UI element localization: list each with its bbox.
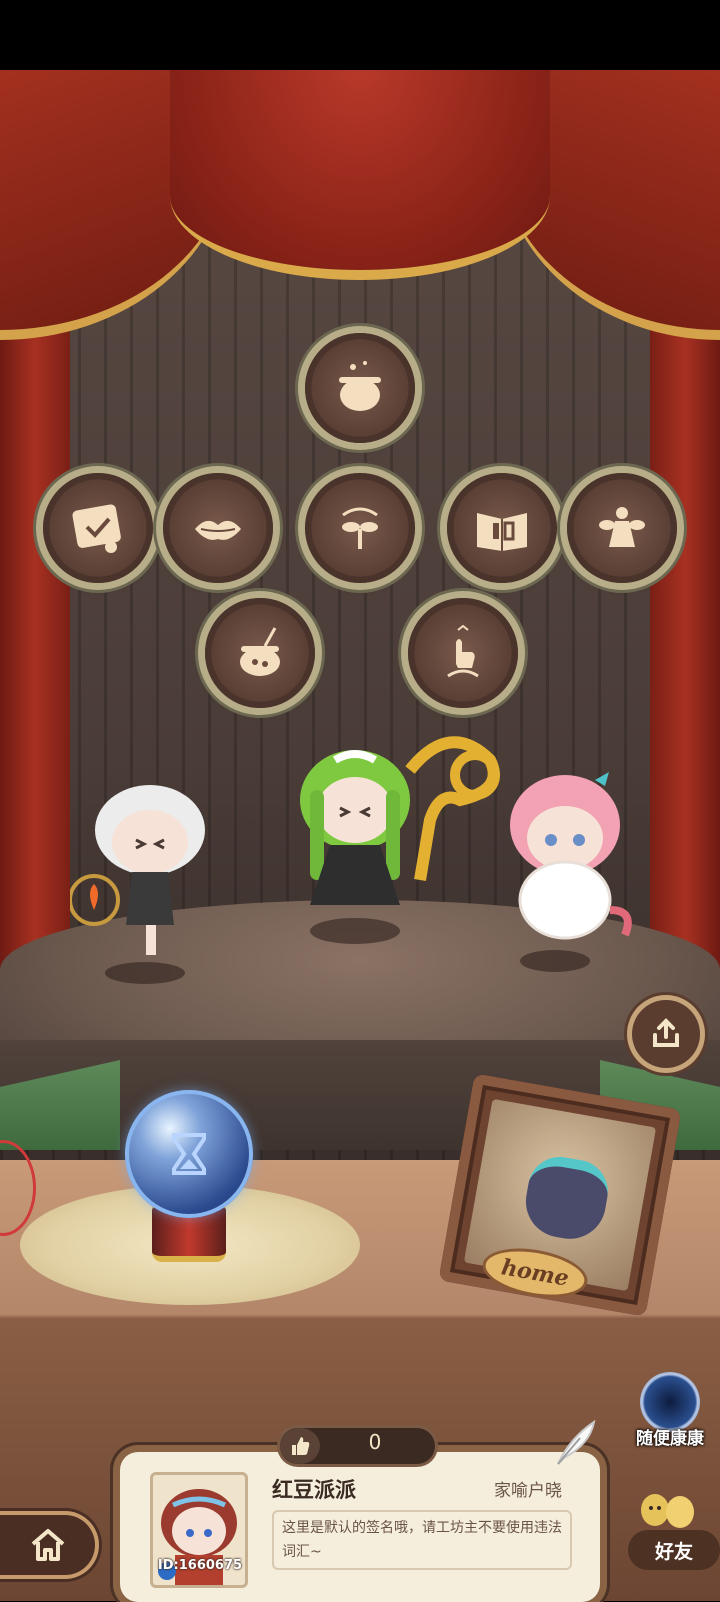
- share-icon: [653, 1018, 679, 1047]
- hand-plant-icon: [447, 624, 479, 678]
- like-count: 0: [368, 1430, 382, 1454]
- user-name: 红豆派派: [272, 1478, 356, 1502]
- house-icon: [31, 1529, 64, 1561]
- lips-badge[interactable]: [163, 473, 273, 583]
- character-pink-hair[interactable]: [495, 760, 645, 950]
- character-green-hair[interactable]: [290, 730, 520, 930]
- pot-badge[interactable]: [205, 598, 315, 708]
- character-shadow: [520, 950, 590, 972]
- home-button[interactable]: [0, 1515, 95, 1575]
- scroll-check-badge[interactable]: [43, 473, 153, 583]
- book-badge[interactable]: [447, 473, 557, 583]
- random-visit-icon[interactable]: [640, 1372, 700, 1432]
- curtain-right-drape: [650, 300, 720, 1030]
- friends-label[interactable]: 好友: [628, 1530, 720, 1570]
- hand-plant-badge[interactable]: [408, 598, 518, 708]
- random-visit-label[interactable]: 随便康康: [620, 1424, 720, 1449]
- home-title-badge: 家喻户晓: [494, 1481, 562, 1501]
- sprout-icon: [342, 507, 378, 549]
- thumbs-up-icon: [292, 1437, 310, 1455]
- cauldron-icon: [339, 361, 381, 411]
- curtain-top-swag: [170, 70, 550, 280]
- pot-icon: [240, 627, 280, 676]
- cauldron-badge-top[interactable]: [305, 333, 415, 443]
- lips-icon: [195, 520, 241, 540]
- character-white-hair[interactable]: [68, 760, 220, 970]
- like-button[interactable]: [280, 1428, 320, 1464]
- hourglass-icon: [172, 1133, 206, 1175]
- fairy-badge[interactable]: [567, 473, 677, 583]
- crystal-ball-button[interactable]: [125, 1090, 253, 1218]
- cauldron-picture: [520, 1151, 613, 1245]
- sprout-badge[interactable]: [305, 473, 415, 583]
- quill-icon[interactable]: [550, 1418, 600, 1468]
- book-icon: [477, 513, 527, 551]
- scroll-check-icon: [72, 504, 121, 553]
- status-bar: [0, 0, 720, 70]
- user-id: ID:1660675: [157, 1558, 243, 1573]
- signature-text: 这里是默认的签名哦，请工坊主不要使用违法词汇~: [272, 1510, 572, 1570]
- share-button[interactable]: [632, 1000, 700, 1068]
- fairy-icon: [599, 507, 645, 547]
